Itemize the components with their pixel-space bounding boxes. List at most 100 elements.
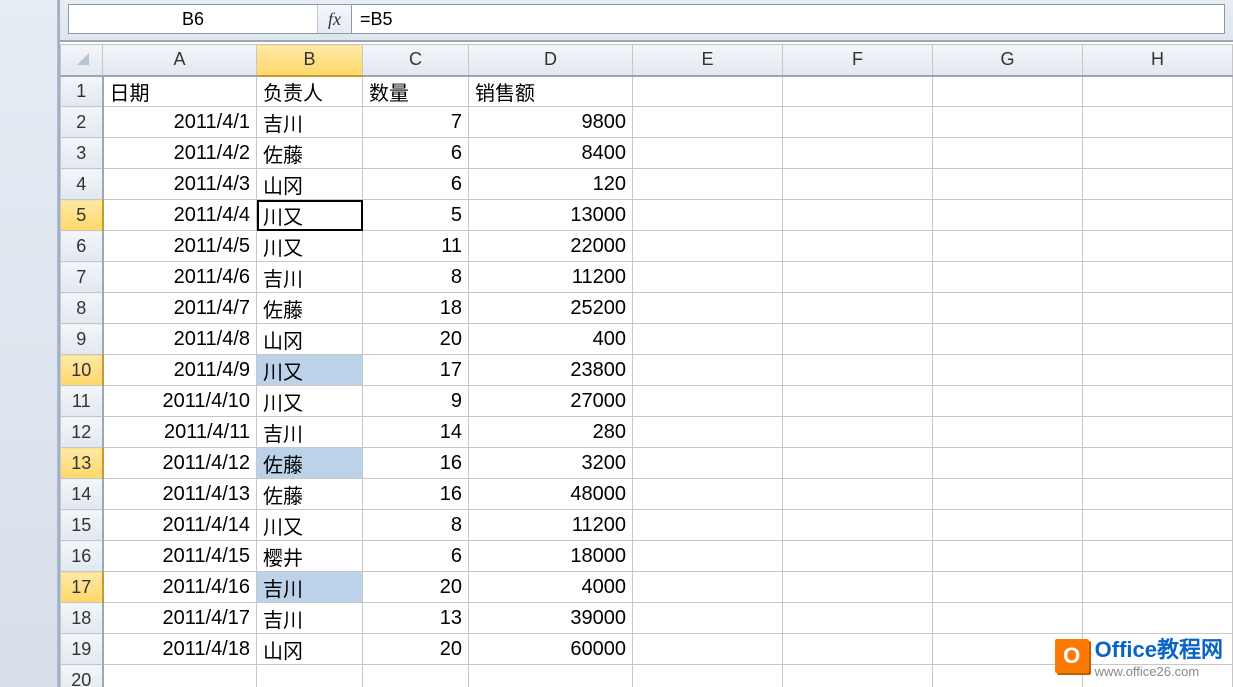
- cell-H17[interactable]: [1083, 572, 1233, 603]
- cell-A5[interactable]: 2011/4/4: [103, 200, 257, 231]
- column-header-F[interactable]: F: [783, 45, 933, 76]
- cell-F14[interactable]: [783, 479, 933, 510]
- cell-E17[interactable]: [633, 572, 783, 603]
- cell-F15[interactable]: [783, 510, 933, 541]
- cell-H10[interactable]: [1083, 355, 1233, 386]
- cell-H3[interactable]: [1083, 138, 1233, 169]
- cell-F16[interactable]: [783, 541, 933, 572]
- column-header-G[interactable]: G: [933, 45, 1083, 76]
- cell-H14[interactable]: [1083, 479, 1233, 510]
- row-header-7[interactable]: 7: [61, 262, 103, 293]
- row-header-6[interactable]: 6: [61, 231, 103, 262]
- cell-B2[interactable]: 吉川: [257, 107, 363, 138]
- cell-F13[interactable]: [783, 448, 933, 479]
- cell-B15[interactable]: 川又: [257, 510, 363, 541]
- cell-A6[interactable]: 2011/4/5: [103, 231, 257, 262]
- row-header-8[interactable]: 8: [61, 293, 103, 324]
- cell-C9[interactable]: 20: [363, 324, 469, 355]
- cell-E5[interactable]: [633, 200, 783, 231]
- cell-C13[interactable]: 16: [363, 448, 469, 479]
- cell-C6[interactable]: 11: [363, 231, 469, 262]
- cell-C20[interactable]: [363, 665, 469, 687]
- cell-G7[interactable]: [933, 262, 1083, 293]
- row-header-11[interactable]: 11: [61, 386, 103, 417]
- column-header-A[interactable]: A: [103, 45, 257, 76]
- cell-G19[interactable]: [933, 634, 1083, 665]
- cell-F2[interactable]: [783, 107, 933, 138]
- cell-B9[interactable]: 山冈: [257, 324, 363, 355]
- cell-G8[interactable]: [933, 293, 1083, 324]
- cell-C16[interactable]: 6: [363, 541, 469, 572]
- row-header-17[interactable]: 17: [61, 572, 103, 603]
- cell-G2[interactable]: [933, 107, 1083, 138]
- cell-B4[interactable]: 山冈: [257, 169, 363, 200]
- cell-F5[interactable]: [783, 200, 933, 231]
- cell-E9[interactable]: [633, 324, 783, 355]
- cell-E3[interactable]: [633, 138, 783, 169]
- name-box[interactable]: [69, 5, 317, 33]
- row-header-16[interactable]: 16: [61, 541, 103, 572]
- cell-E8[interactable]: [633, 293, 783, 324]
- cell-A20[interactable]: [103, 665, 257, 687]
- column-header-E[interactable]: E: [633, 45, 783, 76]
- cell-H16[interactable]: [1083, 541, 1233, 572]
- row-header-2[interactable]: 2: [61, 107, 103, 138]
- cell-H7[interactable]: [1083, 262, 1233, 293]
- row-header-13[interactable]: 13: [61, 448, 103, 479]
- cell-F18[interactable]: [783, 603, 933, 634]
- cell-B19[interactable]: 山冈: [257, 634, 363, 665]
- cell-F7[interactable]: [783, 262, 933, 293]
- cell-D4[interactable]: 120: [469, 169, 633, 200]
- spreadsheet-grid[interactable]: ABCDEFGHI 1日期负责人数量销售额22011/4/1吉川79800320…: [60, 44, 1233, 687]
- cell-F20[interactable]: [783, 665, 933, 687]
- cell-A2[interactable]: 2011/4/1: [103, 107, 257, 138]
- cell-F4[interactable]: [783, 169, 933, 200]
- cell-F19[interactable]: [783, 634, 933, 665]
- cell-G15[interactable]: [933, 510, 1083, 541]
- cell-B20[interactable]: [257, 665, 363, 687]
- row-header-14[interactable]: 14: [61, 479, 103, 510]
- cell-D11[interactable]: 27000: [469, 386, 633, 417]
- cell-G1[interactable]: [933, 76, 1083, 107]
- cell-D5[interactable]: 13000: [469, 200, 633, 231]
- cell-G3[interactable]: [933, 138, 1083, 169]
- cell-G10[interactable]: [933, 355, 1083, 386]
- cell-B16[interactable]: 樱井: [257, 541, 363, 572]
- cell-D9[interactable]: 400: [469, 324, 633, 355]
- cell-B5[interactable]: 川又: [257, 200, 363, 231]
- cell-B18[interactable]: 吉川: [257, 603, 363, 634]
- cell-H9[interactable]: [1083, 324, 1233, 355]
- formula-input[interactable]: [352, 4, 1225, 34]
- cell-A4[interactable]: 2011/4/3: [103, 169, 257, 200]
- cell-B10[interactable]: 川又: [257, 355, 363, 386]
- cell-E2[interactable]: [633, 107, 783, 138]
- row-header-4[interactable]: 4: [61, 169, 103, 200]
- cell-G20[interactable]: [933, 665, 1083, 687]
- cell-D14[interactable]: 48000: [469, 479, 633, 510]
- cell-D8[interactable]: 25200: [469, 293, 633, 324]
- cell-A3[interactable]: 2011/4/2: [103, 138, 257, 169]
- cell-A10[interactable]: 2011/4/9: [103, 355, 257, 386]
- cell-B17[interactable]: 吉川: [257, 572, 363, 603]
- cell-G16[interactable]: [933, 541, 1083, 572]
- row-header-1[interactable]: 1: [61, 76, 103, 107]
- cell-C12[interactable]: 14: [363, 417, 469, 448]
- cell-F1[interactable]: [783, 76, 933, 107]
- cell-E12[interactable]: [633, 417, 783, 448]
- cell-B7[interactable]: 吉川: [257, 262, 363, 293]
- cell-E11[interactable]: [633, 386, 783, 417]
- cell-D19[interactable]: 60000: [469, 634, 633, 665]
- cell-E7[interactable]: [633, 262, 783, 293]
- cell-C4[interactable]: 6: [363, 169, 469, 200]
- cell-H15[interactable]: [1083, 510, 1233, 541]
- cell-E10[interactable]: [633, 355, 783, 386]
- cell-C14[interactable]: 16: [363, 479, 469, 510]
- cell-C8[interactable]: 18: [363, 293, 469, 324]
- cell-A17[interactable]: 2011/4/16: [103, 572, 257, 603]
- cell-E13[interactable]: [633, 448, 783, 479]
- cell-B11[interactable]: 川又: [257, 386, 363, 417]
- cell-G12[interactable]: [933, 417, 1083, 448]
- cell-B12[interactable]: 吉川: [257, 417, 363, 448]
- column-header-C[interactable]: C: [363, 45, 469, 76]
- column-header-D[interactable]: D: [469, 45, 633, 76]
